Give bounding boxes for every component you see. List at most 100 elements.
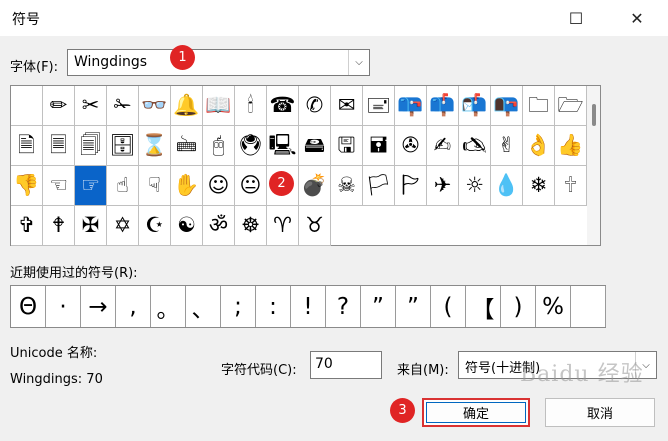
symbol-cell[interactable]: 🖫 <box>331 126 363 166</box>
recent-symbol-cell[interactable]: ? <box>326 286 361 327</box>
symbol-cell[interactable]: ✂ <box>75 86 107 126</box>
ok-button-focus-ring <box>426 402 526 423</box>
symbol-cell[interactable]: ✌ <box>491 126 523 166</box>
grid-scrollbar[interactable] <box>587 86 600 245</box>
recent-symbol-cell[interactable]: ” <box>361 286 396 327</box>
char-code-label: 字符代码(C): <box>221 363 297 378</box>
cancel-button[interactable]: 取消 <box>545 398 655 427</box>
symbol-cell[interactable]: ॐ <box>203 206 235 246</box>
symbol-cell[interactable]: ✁ <box>107 86 139 126</box>
font-value: Wingdings <box>74 54 148 70</box>
symbol-cell[interactable]: 🗄 <box>107 126 139 166</box>
window-title: 符号 <box>12 12 40 28</box>
cancel-button-label: 取消 <box>586 407 613 422</box>
symbol-cell[interactable]: ☎ <box>267 86 299 126</box>
symbol-cell[interactable]: ✉ <box>331 86 363 126</box>
symbol-cell[interactable]: ☜ <box>43 166 75 206</box>
symbol-cell[interactable]: 🖃 <box>363 86 395 126</box>
recent-symbol-cell[interactable]: 【 <box>466 286 501 327</box>
symbol-cell[interactable]: 🖲 <box>235 126 267 166</box>
symbol-cell[interactable]: 🗀 <box>523 86 555 126</box>
chevron-down-icon[interactable]: ⌵ <box>348 50 369 75</box>
recent-symbol-cell[interactable] <box>571 286 606 327</box>
font-dropdown[interactable]: Wingdings ⌵ <box>67 49 370 76</box>
symbol-cell[interactable]: ✋ <box>171 166 203 206</box>
symbol-cell[interactable]: 💣 <box>299 166 331 206</box>
recent-symbol-cell[interactable]: Θ <box>11 286 46 327</box>
recent-symbol-cell[interactable]: ; <box>221 286 256 327</box>
symbol-cell[interactable]: ☠ <box>331 166 363 206</box>
symbol-cell[interactable]: ☟ <box>139 166 171 206</box>
close-button[interactable]: ✕ <box>614 0 660 36</box>
symbol-cell[interactable]: 👎 <box>11 166 43 206</box>
recent-symbol-cell[interactable]: ) <box>501 286 536 327</box>
symbol-cell[interactable]: ☪ <box>139 206 171 246</box>
recent-symbol-cell[interactable]: % <box>536 286 571 327</box>
symbol-cell[interactable]: 🖰 <box>203 126 235 166</box>
symbol-cell[interactable]: 📪 <box>395 86 427 126</box>
step-marker-3: 3 <box>390 398 415 423</box>
symbol-cell[interactable]: 📖 <box>203 86 235 126</box>
symbol-cell[interactable]: ❄ <box>523 166 555 206</box>
symbol-cell[interactable]: ✞ <box>11 206 43 246</box>
unicode-name-label: Unicode 名称: <box>10 346 98 361</box>
symbol-cell[interactable]: ☸ <box>235 206 267 246</box>
symbol-cell[interactable]: 👌 <box>523 126 555 166</box>
symbol-cell[interactable]: 🗏 <box>43 126 75 166</box>
symbol-cell[interactable]: ✍ <box>427 126 459 166</box>
recent-symbols-label: 近期使用过的符号(R): <box>10 266 138 281</box>
symbol-cell[interactable]: ✇ <box>395 126 427 166</box>
recent-symbol-cell[interactable]: → <box>81 286 116 327</box>
symbol-cell[interactable]: 🗁 <box>555 86 587 126</box>
symbol-cell[interactable]: 🔔 <box>171 86 203 126</box>
symbol-cell[interactable]: 📬 <box>459 86 491 126</box>
scrollbar-thumb[interactable] <box>592 104 596 126</box>
symbol-cell[interactable]: 👍 <box>555 126 587 166</box>
symbol-cell[interactable]: 👓 <box>139 86 171 126</box>
symbol-cell[interactable]: ♈ <box>267 206 299 246</box>
symbol-cell[interactable]: 💧 <box>491 166 523 206</box>
ok-button[interactable]: 确定 <box>422 398 530 427</box>
symbol-cell[interactable]: 🖎 <box>459 126 491 166</box>
symbol-cell[interactable]: 🗐 <box>75 126 107 166</box>
symbol-cell[interactable]: ☯ <box>171 206 203 246</box>
symbol-grid: ✏ ✂ ✁ 👓 🔔 📖 🕯 ☎ ✆ ✉ 🖃 📪 📫 📬 📭 🗀 🗁 🗎 🗏 🗐 🗄 ⌛ 🖮 🖰 🖲 🖳 🖴 🖫 🖬 ✇ ✍ 🖎 ✌ 👌 👍 👎 ☜ ☞ ☝ ☟… <box>10 85 601 246</box>
symbol-cell[interactable]: ☼ <box>459 166 491 206</box>
symbol-cell-selected[interactable]: ☞ <box>75 166 107 206</box>
symbol-cell[interactable]: 🕈 <box>43 206 75 246</box>
recent-symbol-cell[interactable]: , <box>116 286 151 327</box>
symbol-cell[interactable]: 🖮 <box>171 126 203 166</box>
symbol-cell[interactable]: ✠ <box>75 206 107 246</box>
symbol-cell[interactable]: 📭 <box>491 86 523 126</box>
symbol-cell[interactable]: 😐 <box>235 166 267 206</box>
char-code-input[interactable]: 70 <box>310 351 382 379</box>
symbol-cell[interactable]: ✈ <box>427 166 459 206</box>
symbol-cell[interactable]: 🗎 <box>11 126 43 166</box>
recent-symbol-cell[interactable]: ! <box>291 286 326 327</box>
symbol-cell[interactable]: ☝ <box>107 166 139 206</box>
recent-symbol-cell[interactable]: 。 <box>151 286 186 327</box>
symbol-cell[interactable]: 🏳 <box>363 166 395 206</box>
symbol-cell[interactable]: 🏱 <box>395 166 427 206</box>
recent-symbol-cell[interactable]: · <box>46 286 81 327</box>
recent-symbol-cell[interactable]: 、 <box>186 286 221 327</box>
symbol-cell[interactable]: ♉ <box>299 206 331 246</box>
symbol-cell[interactable]: ✏ <box>43 86 75 126</box>
recent-symbol-cell[interactable]: ( <box>431 286 466 327</box>
symbol-cell[interactable]: ☺ <box>203 166 235 206</box>
recent-symbol-cell[interactable]: : <box>256 286 291 327</box>
symbol-cell[interactable]: 🖳 <box>267 126 299 166</box>
step-marker-2: 2 <box>269 171 294 196</box>
symbol-cell[interactable]: 🕯 <box>235 86 267 126</box>
symbol-cell[interactable]: 🖴 <box>299 126 331 166</box>
unicode-name-value: Wingdings: 70 <box>10 372 103 387</box>
symbol-cell[interactable]: 🖬 <box>363 126 395 166</box>
symbol-cell[interactable]: 📫 <box>427 86 459 126</box>
maximize-button[interactable]: ☐ <box>553 0 599 36</box>
recent-symbol-cell[interactable]: ” <box>396 286 431 327</box>
symbol-cell[interactable]: ✡ <box>107 206 139 246</box>
symbol-cell[interactable]: ✆ <box>299 86 331 126</box>
symbol-cell[interactable] <box>11 86 43 126</box>
symbol-cell[interactable]: ⌛ <box>139 126 171 166</box>
symbol-cell[interactable]: 🕆 <box>555 166 587 206</box>
